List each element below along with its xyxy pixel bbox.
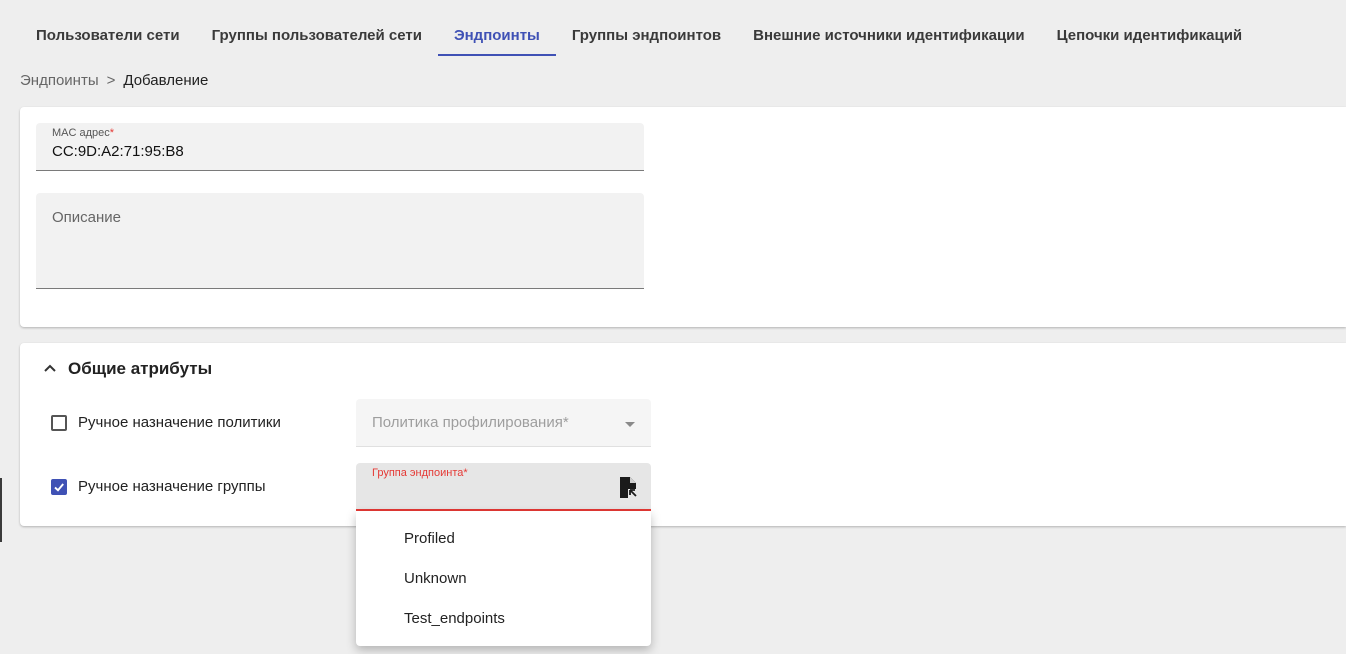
- tab-identity-chains[interactable]: Цепочки идентификаций: [1041, 16, 1259, 56]
- page: Пользователи сети Группы пользователей с…: [0, 0, 1346, 654]
- endpoint-group-select[interactable]: Группа эндпоинта*: [356, 463, 651, 511]
- mac-address-value: CC:9D:A2:71:95:B8: [52, 143, 184, 160]
- breadcrumb: Эндпоинты > Добавление: [20, 72, 208, 89]
- manual-policy-label: Ручное назначение политики: [78, 414, 281, 431]
- breadcrumb-separator: >: [106, 72, 116, 89]
- manual-group-label: Ручное назначение группы: [78, 478, 266, 495]
- dropdown-option-unknown[interactable]: Unknown: [356, 559, 651, 599]
- description-field[interactable]: Описание: [36, 193, 644, 289]
- manual-group-checkbox[interactable]: [51, 478, 67, 495]
- mac-address-label: MAC адрес*: [52, 127, 115, 139]
- caret-down-icon: [625, 422, 635, 427]
- dropdown-option-test-endpoints[interactable]: Test_endpoints: [356, 599, 651, 639]
- tab-endpoints[interactable]: Эндпоинты: [437, 16, 556, 56]
- profiling-policy-select[interactable]: Политика профилирования*: [356, 399, 651, 447]
- manual-policy-checkbox-row[interactable]: Ручное назначение политики: [51, 414, 281, 431]
- manual-group-checkbox-row[interactable]: Ручное назначение группы: [51, 478, 266, 495]
- manual-policy-checkbox[interactable]: [51, 414, 67, 431]
- breadcrumb-current: Добавление: [123, 72, 209, 89]
- tab-external-identity-sources[interactable]: Внешние источники идентификации: [737, 16, 1041, 56]
- tab-bar: Пользователи сети Группы пользователей с…: [20, 16, 1258, 56]
- tab-network-user-groups[interactable]: Группы пользователей сети: [196, 16, 438, 56]
- profiling-policy-placeholder: Политика профилирования*: [372, 414, 569, 431]
- breadcrumb-endpoints-link[interactable]: Эндпоинты: [20, 72, 99, 89]
- dropdown-option-profiled[interactable]: Profiled: [356, 519, 651, 559]
- general-attributes-toggle[interactable]: Общие атрибуты: [40, 359, 212, 379]
- checkmark-icon: [54, 482, 64, 492]
- general-attributes-card: Общие атрибуты Ручное назначение политик…: [20, 343, 1346, 526]
- mac-address-field[interactable]: MAC адрес* CC:9D:A2:71:95:B8: [36, 123, 644, 171]
- file-cursor-icon[interactable]: [619, 477, 637, 499]
- endpoint-group-dropdown: Profiled Unknown Test_endpoints: [356, 511, 651, 646]
- tab-endpoint-groups[interactable]: Группы эндпоинтов: [556, 16, 737, 56]
- description-label: Описание: [52, 209, 122, 226]
- endpoint-group-label: Группа эндпоинта*: [372, 467, 468, 479]
- general-attributes-title: Общие атрибуты: [68, 359, 213, 378]
- endpoint-form-card: MAC адрес* CC:9D:A2:71:95:B8 Описание: [20, 107, 1346, 327]
- tab-network-users[interactable]: Пользователи сети: [20, 16, 196, 56]
- chevron-up-icon: [44, 364, 56, 372]
- left-edge-divider: [0, 478, 2, 542]
